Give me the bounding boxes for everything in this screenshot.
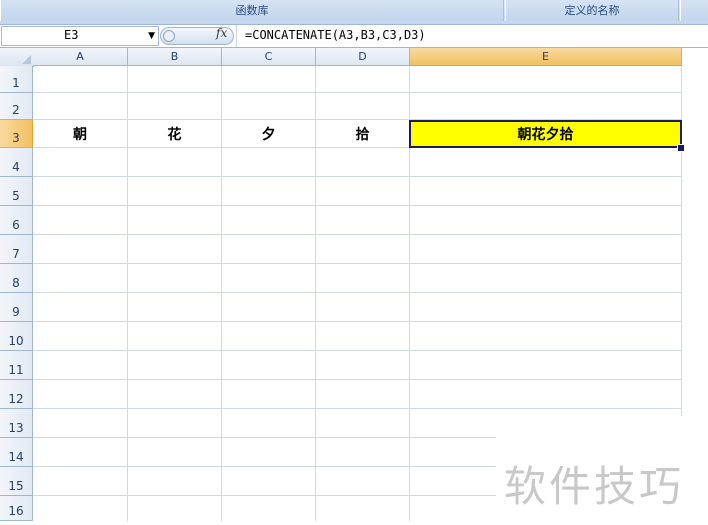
row-header-12[interactable]: 12 bbox=[0, 380, 33, 409]
ribbon-group-next[interactable] bbox=[680, 0, 708, 21]
worksheet-grid[interactable]: A B C D E 1 2 3 4 5 6 7 8 9 10 11 12 13 … bbox=[0, 48, 708, 525]
column-header-d[interactable]: D bbox=[316, 48, 410, 66]
row-header-6[interactable]: 6 bbox=[0, 206, 33, 235]
cell-c3[interactable]: 夕 bbox=[222, 120, 315, 147]
gridline bbox=[33, 92, 682, 93]
name-box-value: E3 bbox=[64, 28, 79, 42]
watermark-text: 软件技巧 bbox=[504, 462, 685, 511]
insert-function-button[interactable]: fx bbox=[216, 26, 227, 40]
select-all-corner[interactable] bbox=[0, 48, 34, 67]
formula-divider bbox=[236, 25, 237, 47]
gridline bbox=[33, 321, 682, 322]
gridline bbox=[33, 379, 682, 380]
row-header-2[interactable]: 2 bbox=[0, 93, 33, 120]
column-header-c[interactable]: C bbox=[222, 48, 316, 66]
column-header-a[interactable]: A bbox=[33, 48, 128, 66]
formula-bar: E3 ▼ fx =CONCATENATE(A3,B3,C3,D3) bbox=[0, 25, 708, 48]
row-header-3[interactable]: 3 bbox=[0, 120, 33, 148]
row-header-9[interactable]: 9 bbox=[0, 293, 33, 322]
row-header-13[interactable]: 13 bbox=[0, 409, 33, 438]
ribbon-group-defined-names[interactable]: 定义的名称 bbox=[505, 0, 679, 21]
gridline bbox=[33, 176, 682, 177]
gridline bbox=[33, 350, 682, 351]
row-header-5[interactable]: 5 bbox=[0, 177, 33, 206]
select-all-icon bbox=[22, 55, 31, 64]
row-header-16[interactable]: 16 bbox=[0, 496, 33, 521]
gridline bbox=[33, 263, 682, 264]
row-header-7[interactable]: 7 bbox=[0, 235, 33, 264]
cell-b3[interactable]: 花 bbox=[128, 120, 221, 147]
row-header-8[interactable]: 8 bbox=[0, 264, 33, 293]
gridline bbox=[33, 408, 682, 409]
row-header-11[interactable]: 11 bbox=[0, 351, 33, 380]
row-header-15[interactable]: 15 bbox=[0, 467, 33, 496]
formula-input[interactable]: =CONCATENATE(A3,B3,C3,D3) bbox=[245, 28, 426, 42]
name-box[interactable]: E3 ▼ bbox=[1, 26, 159, 46]
gridline bbox=[33, 292, 682, 293]
cell-d3[interactable]: 拾 bbox=[316, 120, 409, 147]
fill-handle[interactable] bbox=[677, 144, 685, 152]
cell-a3[interactable]: 朝 bbox=[33, 120, 127, 147]
row-header-1[interactable]: 1 bbox=[0, 66, 33, 93]
ribbon-group-function-library[interactable]: 函数库 bbox=[0, 0, 504, 21]
row-header-4[interactable]: 4 bbox=[0, 148, 33, 177]
drag-knob-icon bbox=[163, 30, 175, 42]
column-header-e[interactable]: E bbox=[410, 48, 682, 66]
ribbon-group-strip: 函数库 定义的名称 bbox=[0, 0, 708, 25]
active-cell-e3[interactable]: 朝花夕拾 bbox=[409, 120, 682, 148]
row-header-10[interactable]: 10 bbox=[0, 322, 33, 351]
column-header-b[interactable]: B bbox=[128, 48, 222, 66]
watermark-overlay: 软件技巧 bbox=[496, 435, 708, 525]
row-header-14[interactable]: 14 bbox=[0, 438, 33, 467]
gridline bbox=[33, 234, 682, 235]
chevron-down-icon[interactable]: ▼ bbox=[148, 28, 155, 44]
gridline bbox=[33, 205, 682, 206]
